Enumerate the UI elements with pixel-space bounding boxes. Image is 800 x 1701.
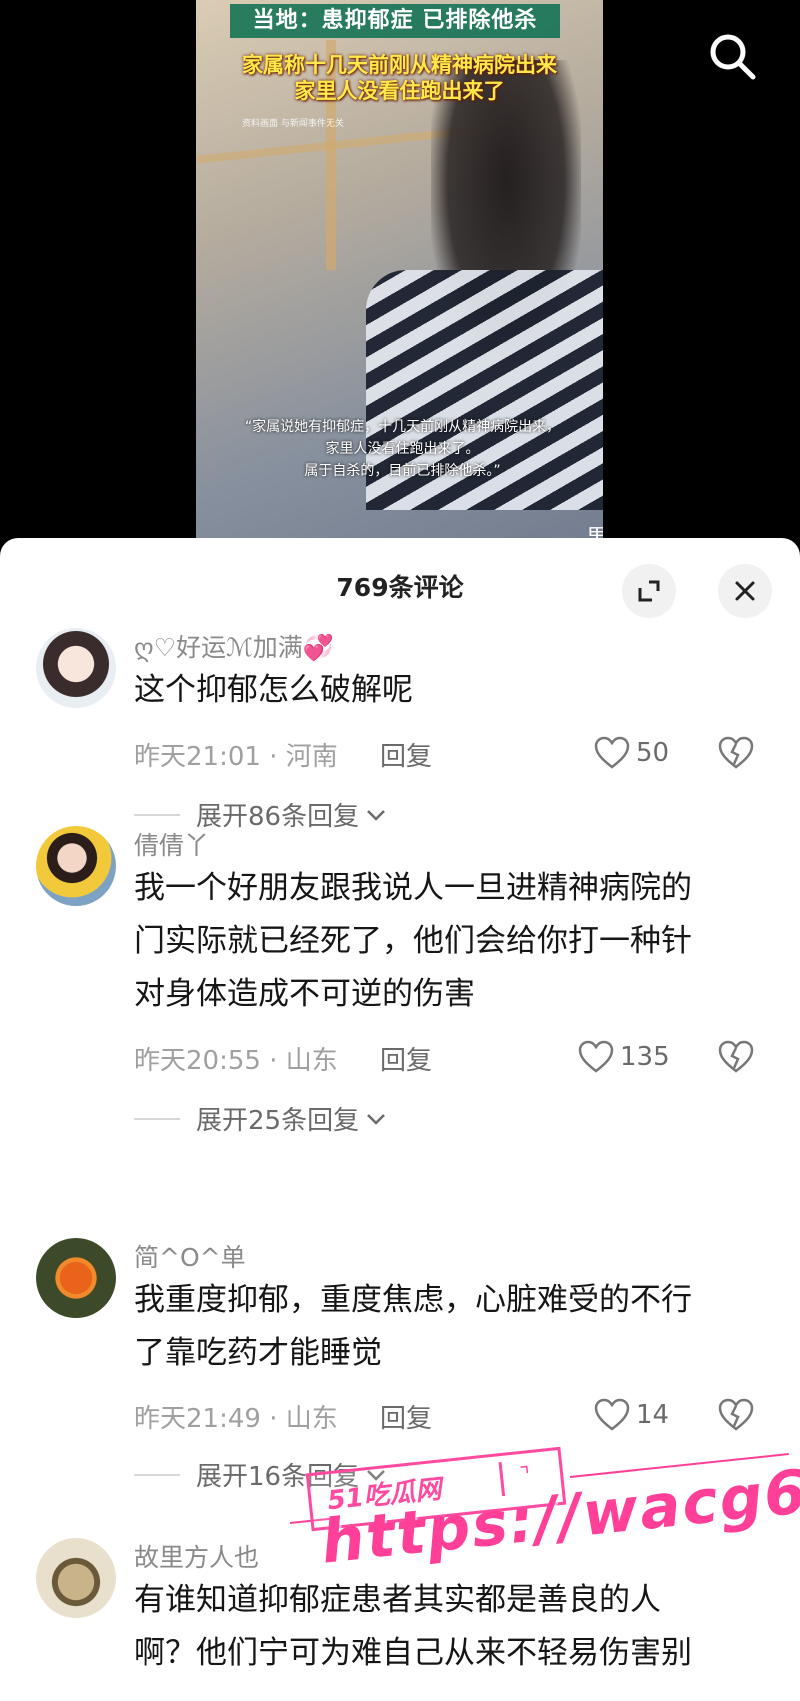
reply-button[interactable]: 回复	[380, 1040, 432, 1077]
comment-text-line: 有谁知道抑郁症患者其实都是善良的人	[134, 1582, 661, 1618]
dislike-button[interactable]	[718, 736, 754, 774]
video-subtitle-line: 属于自杀的，目前已排除他杀。”	[304, 463, 501, 479]
expand-icon	[638, 580, 660, 602]
comment-time-location: 昨天20:55 · 山东	[134, 1046, 338, 1076]
dislike-button[interactable]	[718, 1398, 754, 1436]
search-button[interactable]	[706, 30, 760, 84]
expand-sheet-button[interactable]	[622, 564, 676, 618]
chevron-down-icon	[367, 1113, 385, 1125]
like-count: 14	[636, 1400, 670, 1430]
expand-replies-button[interactable]: 展开25条回复	[134, 1100, 389, 1137]
video-subtitle: “家属说她有抑郁症，十几天前刚从精神病院出来， 家里人没看住跑出来了。 属于自杀…	[210, 416, 595, 482]
heart-icon	[594, 1398, 630, 1431]
chevron-down-icon	[367, 809, 385, 821]
comments-count-title: 769条评论	[336, 573, 464, 602]
like-count: 135	[620, 1042, 670, 1072]
video-note: 资料画面 与新闻事件无关	[242, 119, 344, 129]
avatar[interactable]	[36, 1238, 116, 1318]
search-icon	[710, 34, 756, 80]
comment-text-line: 啊？他们宁可为难自己从来不轻易伤害别	[134, 1635, 692, 1671]
heart-icon	[578, 1040, 614, 1073]
comment-text-line: 对身体造成不可逆的伤害	[134, 976, 475, 1012]
comment-text: 我重度抑郁，重度焦虑，心脏难受的不行 了靠吃药才能睡觉	[134, 1274, 754, 1380]
expand-replies-label: 展开86条回复	[196, 802, 360, 832]
like-button[interactable]: 135	[578, 1040, 670, 1074]
comment-username[interactable]: 简^O^单	[134, 1238, 246, 1274]
comment-time-location: 昨天21:01 · 河南	[134, 742, 338, 772]
heart-icon	[594, 736, 630, 769]
broken-heart-icon	[718, 1040, 754, 1073]
comment-text: 我一个好朋友跟我说人一旦进精神病院的 门实际就已经死了，他们会给你打一种针 对身…	[134, 862, 754, 1021]
video-caption-line: 家属称十几天前刚从精神病院出来	[242, 53, 557, 77]
comment-text: 这个抑郁怎么破解呢	[134, 664, 754, 717]
like-count: 50	[636, 738, 670, 768]
broken-heart-icon	[718, 736, 754, 769]
comment-username[interactable]: 倩倩丫	[134, 826, 209, 862]
dislike-button[interactable]	[718, 1040, 754, 1078]
avatar[interactable]	[36, 826, 116, 906]
video-caption-line: 家里人没看住跑出来了	[294, 79, 505, 103]
comment-username[interactable]: 故里方人也	[134, 1538, 259, 1574]
avatar[interactable]	[36, 1538, 116, 1618]
expand-divider	[134, 1473, 180, 1476]
comment-username[interactable]: ღ♡好运ℳ加满💞	[134, 628, 334, 664]
video-player[interactable]: 果然 果 当地：患抑郁症 已排除他杀 家属称十几天前刚从精神病院出来 家里人没看…	[0, 0, 800, 560]
like-button[interactable]: 50	[594, 736, 669, 770]
reply-button[interactable]: 回复	[380, 736, 432, 773]
comment-text-line: 门实际就已经死了，他们会给你打一种针	[134, 923, 692, 959]
avatar[interactable]	[36, 628, 116, 708]
expand-divider	[134, 1117, 180, 1120]
comment-time-location: 昨天21:49 · 山东	[134, 1404, 338, 1434]
like-button[interactable]: 14	[594, 1398, 669, 1432]
comment-text-line: 我重度抑郁，重度焦虑，心脏难受的不行	[134, 1282, 692, 1318]
close-sheet-button[interactable]	[718, 564, 772, 618]
broken-heart-icon	[718, 1398, 754, 1431]
comment-text-line: 这个抑郁怎么破解呢	[134, 672, 413, 708]
close-icon	[735, 581, 755, 601]
reply-button[interactable]: 回复	[380, 1398, 432, 1435]
video-caption: 家属称十几天前刚从精神病院出来 家里人没看住跑出来了	[196, 52, 603, 104]
expand-divider	[134, 813, 180, 816]
video-title-banner: 当地：患抑郁症 已排除他杀	[230, 4, 560, 38]
comment-text-line: 我一个好朋友跟我说人一旦进精神病院的	[134, 870, 692, 906]
comment-text-line: 了靠吃药才能睡觉	[134, 1335, 382, 1371]
video-subtitle-line: 家里人没看住跑出来了。	[325, 441, 480, 457]
expand-replies-label: 展开25条回复	[196, 1106, 360, 1136]
video-subtitle-line: “家属说她有抑郁症，十几天前刚从精神病院出来，	[244, 419, 561, 435]
comment-text: 有谁知道抑郁症患者其实都是善良的人 啊？他们宁可为难自己从来不轻易伤害别	[134, 1574, 754, 1680]
